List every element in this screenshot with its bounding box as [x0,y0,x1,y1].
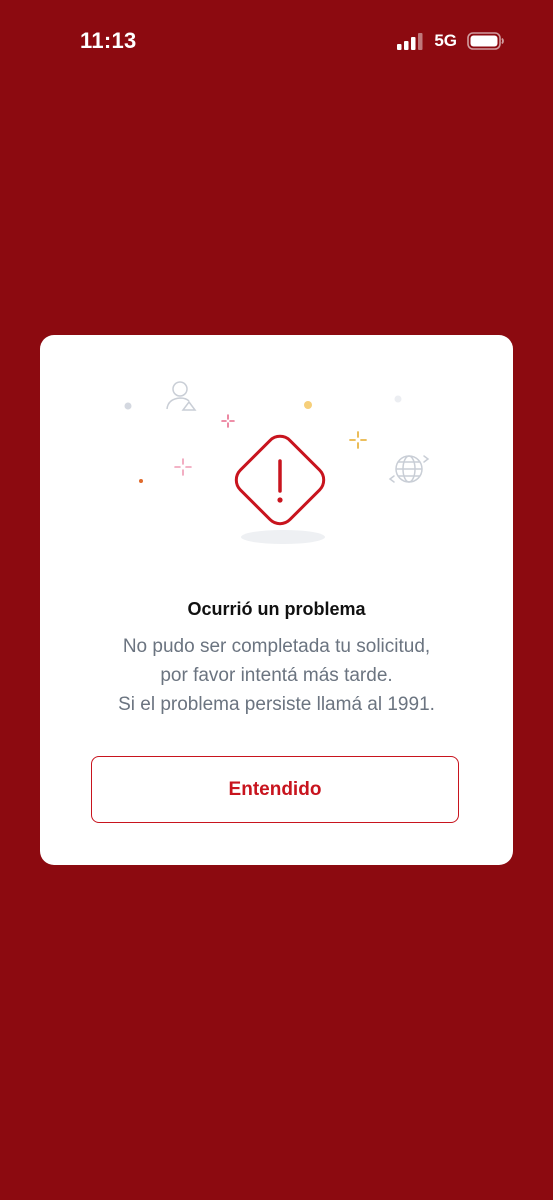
status-indicators: 5G [397,31,505,51]
decor-dot-icon [124,402,132,410]
decor-dot-icon [394,395,402,403]
dialog-message: No pudo ser completada tu solicitud, por… [60,632,493,719]
battery-icon [467,32,504,50]
decor-dot-icon [139,479,143,483]
warning-diamond-icon [234,434,326,526]
shadow-shape [241,530,325,544]
confirm-button[interactable]: Entendido [91,756,459,823]
globe-icon [388,455,430,483]
signal-bars-icon [397,32,423,50]
message-line: Si el problema persiste llamá al 1991. [118,694,435,715]
error-illustration [124,381,430,544]
error-dialog: Ocurrió un problema No pudo ser completa… [40,335,513,865]
dialog-title: Ocurrió un problema [187,599,366,619]
sparkle-icon [221,414,235,428]
status-time: 11:13 [80,28,137,53]
sparkle-icon [174,458,192,476]
sparkle-icon [349,431,367,449]
message-line: No pudo ser completada tu solicitud, [122,636,431,657]
user-icon [166,381,197,411]
status-bar: 11:13 5G [0,0,553,84]
decor-dot-icon [304,401,312,409]
network-type: 5G [434,31,457,50]
message-line: por favor intentá más tarde. [160,665,393,686]
